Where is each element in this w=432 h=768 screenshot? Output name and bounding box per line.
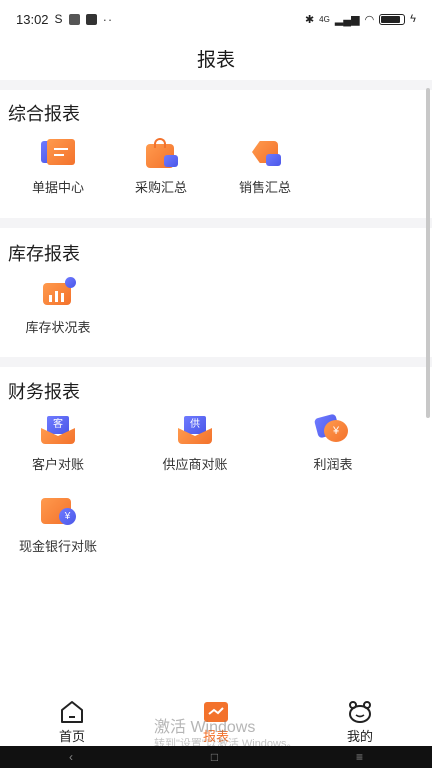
report-tile-inventory-status[interactable]: 库存状况表 [3, 277, 113, 336]
profit-icon: ¥ [313, 413, 352, 446]
profit-badge: ¥ [324, 420, 348, 442]
report-tile-label: 销售汇总 [238, 180, 291, 195]
app-notification-icon [85, 13, 97, 25]
tab-label: 我的 [346, 729, 373, 744]
network-label: 4G [319, 14, 330, 24]
supplier-badge: 供 [184, 416, 206, 434]
document-center-icon [39, 137, 77, 169]
report-tile-supplier-reconcile[interactable]: 供 供应商对账 [140, 414, 250, 473]
report-tile-document-center[interactable]: 单据中心 [3, 137, 113, 196]
app-notification-icon [68, 13, 80, 25]
status-time: 13:02 [16, 11, 49, 27]
cash-bank-icon: ¥ [39, 496, 77, 528]
report-tile-cash-bank[interactable]: ¥ 现金银行对账 [3, 496, 113, 555]
report-tile-sales-summary[interactable]: 销售汇总 [210, 137, 320, 196]
report-tile-label: 现金银行对账 [18, 539, 97, 554]
tab-home[interactable]: 首页 [27, 700, 117, 745]
sim-icon: S [54, 12, 63, 26]
windows-watermark: 激活 Windows [154, 719, 256, 736]
tab-profile[interactable]: 我的 [315, 700, 405, 745]
home-nav-icon[interactable]: □ [211, 750, 218, 764]
status-bar: 13:02 S ·· ✱ 4G ▂▄▆ ◠ ϟ [0, 0, 432, 38]
report-tile-label: 单据中心 [31, 180, 84, 195]
report-tile-purchase-summary[interactable]: 采购汇总 [106, 137, 216, 196]
section-divider [0, 218, 432, 228]
bluetooth-icon: ✱ [304, 13, 315, 26]
section-title-inventory: 库存报表 [8, 244, 80, 264]
recents-icon[interactable]: ≡ [356, 750, 363, 764]
cash-badge: ¥ [59, 508, 76, 525]
page-title: 报表 [196, 49, 235, 71]
purchase-bag-icon [142, 137, 180, 169]
profile-icon [349, 701, 371, 723]
section-title-comprehensive: 综合报表 [8, 104, 80, 124]
customer-badge: 客 [47, 416, 69, 434]
supplier-reconcile-icon: 供 [176, 414, 214, 446]
section-divider [0, 80, 432, 90]
title-bar: 报表 [0, 38, 432, 78]
report-tile-customer-reconcile[interactable]: 客 客户对账 [3, 414, 113, 473]
charging-icon: ϟ [410, 13, 416, 25]
report-tile-profit[interactable]: ¥ 利润表 [278, 413, 388, 473]
scrollbar[interactable] [426, 88, 430, 418]
report-tile-label: 采购汇总 [134, 180, 187, 195]
battery-icon [379, 13, 406, 25]
section-divider [0, 357, 432, 367]
more-notifications-icon: ·· [102, 11, 114, 27]
back-icon[interactable]: ‹ [69, 750, 73, 764]
report-tile-label: 利润表 [313, 457, 353, 472]
inventory-chart-icon [39, 277, 77, 309]
home-icon [61, 701, 83, 723]
system-nav-bar: ‹ □ ≡ [0, 746, 432, 768]
customer-reconcile-icon: 客 [39, 414, 77, 446]
report-tile-label: 库存状况表 [25, 320, 91, 335]
wifi-icon: ◠ [364, 13, 375, 26]
tab-label: 首页 [58, 729, 85, 744]
report-tile-label: 客户对账 [31, 457, 84, 472]
sales-tag-icon [246, 137, 284, 169]
section-title-finance: 财务报表 [8, 382, 80, 402]
signal-icon: ▂▄▆ [334, 13, 360, 26]
report-tile-label: 供应商对账 [162, 457, 228, 472]
